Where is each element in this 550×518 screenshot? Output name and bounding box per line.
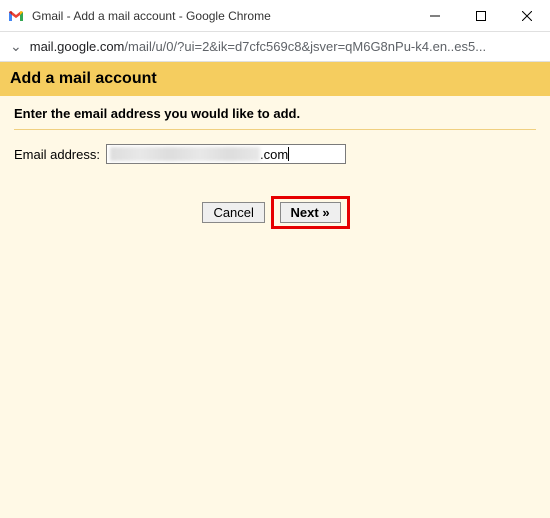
window-title: Gmail - Add a mail account - Google Chro… bbox=[32, 9, 412, 23]
maximize-button[interactable] bbox=[458, 0, 504, 32]
window-titlebar: Gmail - Add a mail account - Google Chro… bbox=[0, 0, 550, 32]
email-label: Email address: bbox=[14, 147, 100, 162]
page-title: Add a mail account bbox=[10, 70, 540, 88]
chevron-down-icon: ⌄ bbox=[10, 38, 22, 55]
text-cursor bbox=[288, 147, 289, 161]
address-bar[interactable]: ⌄ mail.google.com/mail/u/0/?ui=2&ik=d7cf… bbox=[0, 32, 550, 62]
email-input[interactable]: .com bbox=[106, 144, 346, 164]
page-header: Add a mail account bbox=[0, 62, 550, 96]
window-controls bbox=[412, 0, 550, 32]
instruction-text: Enter the email address you would like t… bbox=[14, 106, 536, 130]
url-text: mail.google.com/mail/u/0/?ui=2&ik=d7cfc5… bbox=[30, 39, 540, 54]
close-button[interactable] bbox=[504, 0, 550, 32]
page-body: Enter the email address you would like t… bbox=[0, 96, 550, 239]
button-row: Cancel Next » bbox=[14, 196, 536, 229]
gmail-icon bbox=[8, 8, 24, 24]
email-field-row: Email address: .com bbox=[14, 144, 536, 164]
redacted-text bbox=[110, 147, 260, 161]
next-button[interactable]: Next » bbox=[280, 202, 341, 223]
email-suffix: .com bbox=[260, 147, 288, 162]
minimize-button[interactable] bbox=[412, 0, 458, 32]
highlight-annotation: Next » bbox=[271, 196, 350, 229]
page-content: Add a mail account Enter the email addre… bbox=[0, 62, 550, 518]
cancel-button[interactable]: Cancel bbox=[202, 202, 264, 223]
